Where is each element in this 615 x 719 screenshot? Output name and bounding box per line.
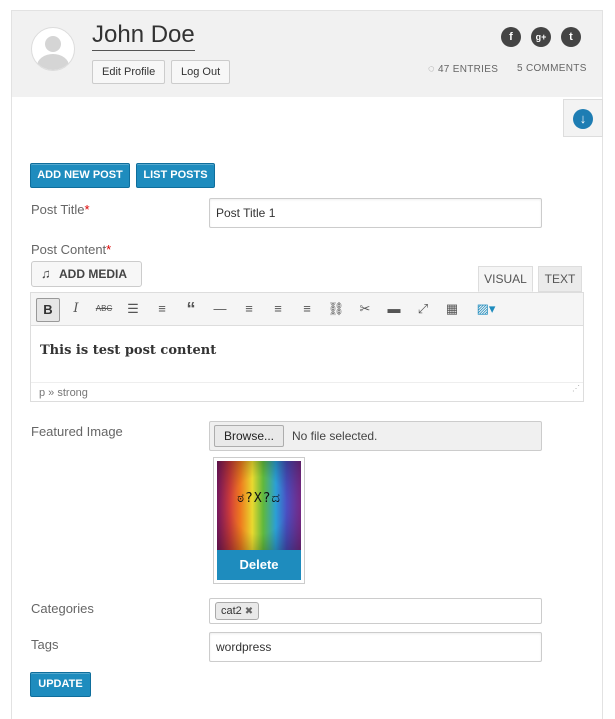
download-toggle-button[interactable]: ↓	[563, 99, 603, 137]
username[interactable]: John Doe	[92, 21, 195, 51]
add-media-button[interactable]: ♫ ADD MEDIA	[31, 261, 142, 287]
blockquote-icon[interactable]: “	[179, 298, 203, 322]
featured-image-file-input[interactable]: Browse... No file selected.	[209, 421, 542, 451]
categories-input[interactable]: cat2 ✖	[209, 598, 542, 624]
numbered-list-icon[interactable]: ≡	[150, 298, 174, 322]
toolbar-toggle-icon[interactable]: ▦	[440, 298, 464, 322]
bullet-list-icon[interactable]: ☰	[121, 298, 145, 322]
post-content-label: Post Content*	[31, 242, 111, 257]
remove-chip-icon[interactable]: ✖	[245, 606, 253, 617]
entries-count: 47 ENTRIES	[437, 64, 499, 75]
editor-status-path: p » strong ⋰	[31, 382, 583, 402]
rss-icon: ◌	[428, 63, 435, 75]
log-out-button[interactable]: Log Out	[171, 60, 231, 84]
align-right-icon[interactable]: ≡	[295, 298, 319, 322]
strikethrough-icon[interactable]: ABC	[92, 298, 116, 322]
facebook-icon[interactable]: f	[501, 27, 521, 47]
post-content-editor[interactable]: B I ABC ☰ ≡ “ — ≡ ≡ ≡ ⛓ ✂ ▬ ⤢ ▦ ▨▾ This …	[30, 292, 584, 402]
read-more-icon[interactable]: ▬	[382, 298, 406, 322]
browse-button[interactable]: Browse...	[214, 425, 285, 447]
tab-text[interactable]: TEXT	[538, 266, 582, 292]
unlink-icon[interactable]: ✂	[353, 298, 377, 322]
tags-input[interactable]: wordpress	[209, 632, 542, 662]
editor-toolbar: B I ABC ☰ ≡ “ — ≡ ≡ ≡ ⛓ ✂ ▬ ⤢ ▦ ▨▾	[31, 293, 583, 326]
tags-label: Tags	[31, 637, 59, 652]
editor-content[interactable]: This is test post content	[40, 343, 216, 358]
categories-label: Categories	[31, 601, 94, 616]
list-posts-button[interactable]: LIST POSTS	[136, 163, 215, 188]
profile-header: John Doe Edit Profile Log Out f g+ t ◌ 4…	[12, 11, 602, 97]
featured-image-preview: ಠ?X?ದ	[217, 461, 301, 550]
featured-image-thumbnail: ಠ?X?ದ Delete	[213, 457, 305, 584]
link-icon[interactable]: ⛓	[324, 298, 348, 322]
post-content-label-text: Post Content	[31, 242, 107, 257]
delete-image-button[interactable]: Delete	[217, 550, 301, 580]
align-left-icon[interactable]: ≡	[237, 298, 261, 322]
italic-icon[interactable]: I	[64, 298, 88, 322]
comments-count[interactable]: 5 COMMENTS	[517, 63, 587, 74]
required-mark: *	[84, 202, 90, 217]
text-color-icon[interactable]: ▨▾	[469, 298, 503, 322]
bold-icon[interactable]: B	[36, 298, 60, 322]
featured-image-label: Featured Image	[31, 424, 123, 439]
twitter-icon[interactable]: t	[561, 27, 581, 47]
image-faces-graphic: ಠ?X?ದ	[237, 491, 281, 506]
align-center-icon[interactable]: ≡	[266, 298, 290, 322]
resize-grip-icon[interactable]: ⋰	[572, 379, 580, 399]
edit-profile-button[interactable]: Edit Profile	[92, 60, 166, 84]
profile-post-panel: John Doe Edit Profile Log Out f g+ t ◌ 4…	[11, 10, 603, 719]
avatar	[31, 27, 75, 71]
status-path-text: p » strong	[39, 387, 88, 399]
tab-visual[interactable]: VISUAL	[478, 266, 533, 292]
googleplus-icon[interactable]: g+	[531, 27, 551, 47]
add-new-post-button[interactable]: ADD NEW POST	[30, 163, 130, 188]
arrow-down-icon: ↓	[573, 109, 593, 129]
required-mark: *	[106, 242, 112, 257]
category-chip[interactable]: cat2 ✖	[215, 602, 260, 620]
update-button[interactable]: UPDATE	[30, 672, 91, 697]
fullscreen-icon[interactable]: ⤢	[411, 298, 435, 322]
media-icon: ♫	[41, 266, 51, 281]
post-title-label-text: Post Title	[31, 202, 85, 217]
no-file-text: No file selected.	[292, 429, 378, 443]
category-chip-label: cat2	[221, 605, 242, 617]
post-title-label: Post Title*	[31, 202, 90, 217]
post-title-input[interactable]: Post Title 1	[209, 198, 542, 228]
entries-stat[interactable]: ◌ 47 ENTRIES	[428, 63, 498, 75]
add-media-label: ADD MEDIA	[59, 267, 127, 281]
horizontal-rule-icon[interactable]: —	[208, 298, 232, 322]
